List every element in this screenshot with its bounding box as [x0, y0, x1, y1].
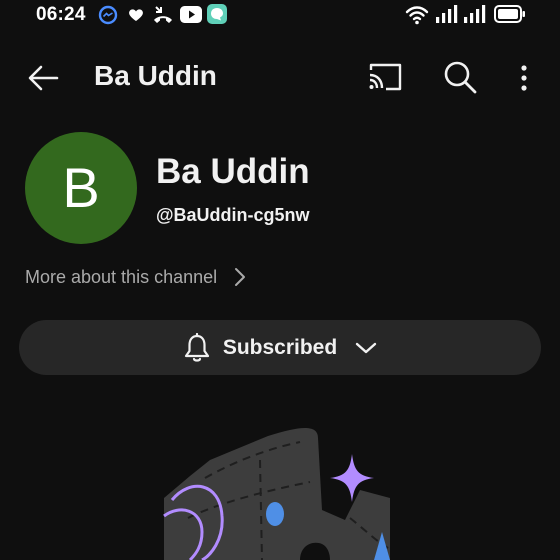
signal-icon	[464, 5, 486, 23]
chevron-down-icon	[355, 342, 377, 353]
missed-call-icon	[154, 6, 172, 23]
channel-handle: @BaUddin-cg5nw	[156, 205, 310, 225]
back-arrow-icon[interactable]	[26, 60, 62, 96]
more-about-link[interactable]: More about this channel	[25, 264, 247, 290]
youtube-icon	[180, 6, 202, 23]
bell-icon	[184, 332, 209, 362]
avatar[interactable]: B	[25, 132, 137, 244]
cast-icon[interactable]	[366, 61, 404, 93]
wifi-icon	[405, 6, 429, 25]
more-about-label: More about this channel	[25, 266, 218, 287]
avatar-letter: B	[62, 156, 100, 219]
messenger-icon	[98, 5, 118, 25]
app-bar: Ba Uddin	[0, 48, 560, 106]
search-icon[interactable]	[442, 59, 478, 95]
battery-icon	[494, 5, 525, 23]
page-title: Ba Uddin	[94, 60, 217, 91]
status-time: 06:24	[36, 4, 86, 25]
chat-app-icon	[207, 4, 227, 24]
channel-name: Ba Uddin	[156, 152, 310, 191]
empty-channel-illustration	[163, 428, 390, 560]
subscribed-button[interactable]: Subscribed	[19, 320, 541, 375]
more-vert-icon[interactable]	[512, 60, 536, 96]
heart-icon	[129, 9, 143, 21]
subscribed-label: Subscribed	[222, 335, 338, 359]
chevron-right-icon	[235, 268, 246, 286]
status-bar: 06:24	[0, 0, 560, 30]
signal-icon	[436, 5, 458, 23]
